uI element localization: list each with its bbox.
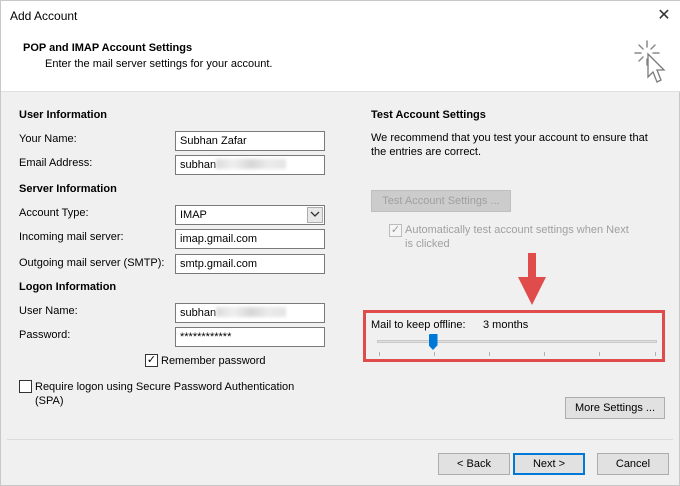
email-address-label: Email Address: (19, 157, 93, 169)
redacted-text (216, 307, 287, 317)
incoming-server-field[interactable]: imap.gmail.com (175, 229, 325, 249)
test-description-line1: We recommend that you test your account … (371, 132, 648, 144)
auto-test-label-line1: Automatically test account settings when… (405, 224, 629, 236)
offline-label: Mail to keep offline: (371, 319, 466, 331)
spa-label-line1: Require logon using Secure Password Auth… (35, 381, 295, 393)
more-settings-button[interactable]: More Settings ... (565, 397, 665, 419)
auto-test-checkbox[interactable]: ✓ (389, 224, 402, 237)
redacted-text (216, 159, 287, 169)
slider-tick (434, 352, 435, 356)
offline-highlight-box (363, 310, 665, 362)
test-account-settings-button[interactable]: Test Account Settings ... (371, 190, 511, 212)
incoming-server-label: Incoming mail server: (19, 231, 124, 243)
your-name-label: Your Name: (19, 133, 77, 145)
your-name-field[interactable]: Subhan Zafar (175, 131, 325, 151)
offline-value: 3 months (483, 319, 529, 331)
account-type-value: IMAP (180, 209, 207, 221)
chevron-down-icon[interactable] (307, 207, 323, 223)
window-title: Add Account (10, 9, 78, 23)
username-value: subhan (180, 307, 217, 319)
username-field[interactable]: subhan (175, 303, 325, 323)
email-address-value: subhan (180, 159, 217, 171)
title-bar: Add Account ✕ (1, 1, 680, 31)
back-button[interactable]: < Back (438, 453, 510, 475)
outgoing-server-value: smtp.gmail.com (180, 258, 258, 270)
password-value: ************ (180, 331, 232, 343)
cursor-sparkle-icon (634, 40, 666, 83)
email-address-field[interactable]: subhan (175, 155, 325, 175)
your-name-value: Subhan Zafar (180, 135, 247, 147)
spa-checkbox[interactable] (19, 380, 32, 393)
account-type-label: Account Type: (19, 207, 89, 219)
user-information-heading: User Information (19, 109, 108, 121)
slider-tick (599, 352, 600, 356)
logon-information-heading: Logon Information (19, 281, 117, 293)
remember-password-checkbox[interactable]: ✓ (145, 354, 158, 367)
password-field[interactable]: ************ (175, 327, 325, 347)
slider-tick (489, 352, 490, 356)
slider-tick (544, 352, 545, 356)
test-settings-heading: Test Account Settings (371, 109, 486, 121)
offline-slider-track[interactable] (377, 340, 657, 343)
password-label: Password: (19, 329, 71, 341)
dialog-header: POP and IMAP Account Settings Enter the … (1, 31, 680, 92)
incoming-server-value: imap.gmail.com (180, 233, 258, 245)
server-information-heading: Server Information (19, 183, 117, 195)
footer-divider (7, 439, 673, 440)
header-subtitle: Enter the mail server settings for your … (45, 58, 273, 70)
close-icon[interactable]: ✕ (653, 5, 675, 27)
cancel-button[interactable]: Cancel (597, 453, 669, 475)
slider-tick (655, 352, 656, 356)
header-title: POP and IMAP Account Settings (23, 42, 193, 54)
auto-test-label-line2: is clicked (405, 238, 450, 250)
spa-label-line2: (SPA) (35, 395, 64, 407)
test-description-line2: the entries are correct. (371, 146, 482, 158)
outgoing-server-label: Outgoing mail server (SMTP): (19, 257, 165, 269)
slider-tick (379, 352, 380, 356)
username-label: User Name: (19, 305, 78, 317)
account-type-select[interactable]: IMAP (175, 205, 325, 225)
add-account-dialog: Add Account ✕ POP and IMAP Account Setti… (0, 0, 680, 486)
remember-password-label: Remember password (161, 355, 266, 367)
down-arrow-icon (518, 253, 546, 305)
outgoing-server-field[interactable]: smtp.gmail.com (175, 254, 325, 274)
next-button[interactable]: Next > (513, 453, 585, 475)
